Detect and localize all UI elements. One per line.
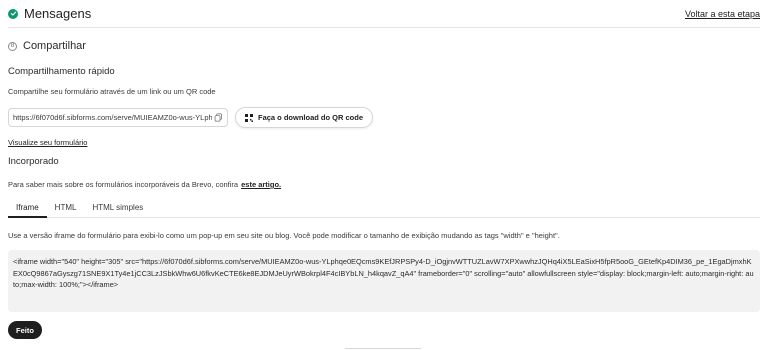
tab-html[interactable]: HTML	[47, 198, 85, 218]
share-section-title: Compartilhar	[23, 40, 86, 52]
embed-title: Incorporado	[8, 156, 59, 167]
quick-share-description: Compartilhe seu formulário através de um…	[8, 87, 216, 96]
check-circle-icon	[8, 8, 18, 19]
embed-code-text: <iframe width="540" height="305" src="ht…	[13, 257, 754, 289]
step-header: Mensagens Voltar a esta etapa	[8, 0, 760, 28]
view-form-link[interactable]: Visualize seu formulário	[8, 138, 87, 147]
embed-code-box[interactable]: <iframe width="540" height="305" src="ht…	[8, 250, 760, 312]
embed-description-text: Para saber mais sobre os formulários inc…	[8, 180, 239, 189]
tab-iframe[interactable]: Iframe	[8, 198, 47, 218]
share-url-text: https://6f070d6f.sibforms.com/serve/MUIE…	[13, 113, 212, 122]
qr-code-icon	[245, 113, 253, 122]
download-qr-button[interactable]: Faça o download do QR code	[235, 107, 374, 128]
step-number-icon: 8	[8, 41, 17, 51]
iframe-description: Use a versão iframe do formulário para e…	[8, 231, 560, 240]
share-section-header: 8 Compartilhar	[8, 40, 86, 52]
quick-share-title: Compartilhamento rápido	[8, 66, 115, 77]
step-header-left: Mensagens	[8, 6, 91, 21]
embed-tabs: Iframe HTML HTML simples	[8, 198, 760, 218]
embed-article-link[interactable]: este artigo.	[241, 180, 281, 189]
back-to-step-link[interactable]: Voltar a esta etapa	[685, 9, 760, 19]
step-title: Mensagens	[24, 6, 92, 21]
embed-description: Para saber mais sobre os formulários inc…	[8, 180, 281, 189]
done-button[interactable]: Feito	[8, 321, 42, 339]
tab-html-simple[interactable]: HTML simples	[84, 198, 151, 218]
copy-icon[interactable]	[214, 113, 223, 122]
download-qr-label: Faça o download do QR code	[258, 113, 364, 122]
share-url-field[interactable]: https://6f070d6f.sibforms.com/serve/MUIE…	[8, 108, 228, 127]
